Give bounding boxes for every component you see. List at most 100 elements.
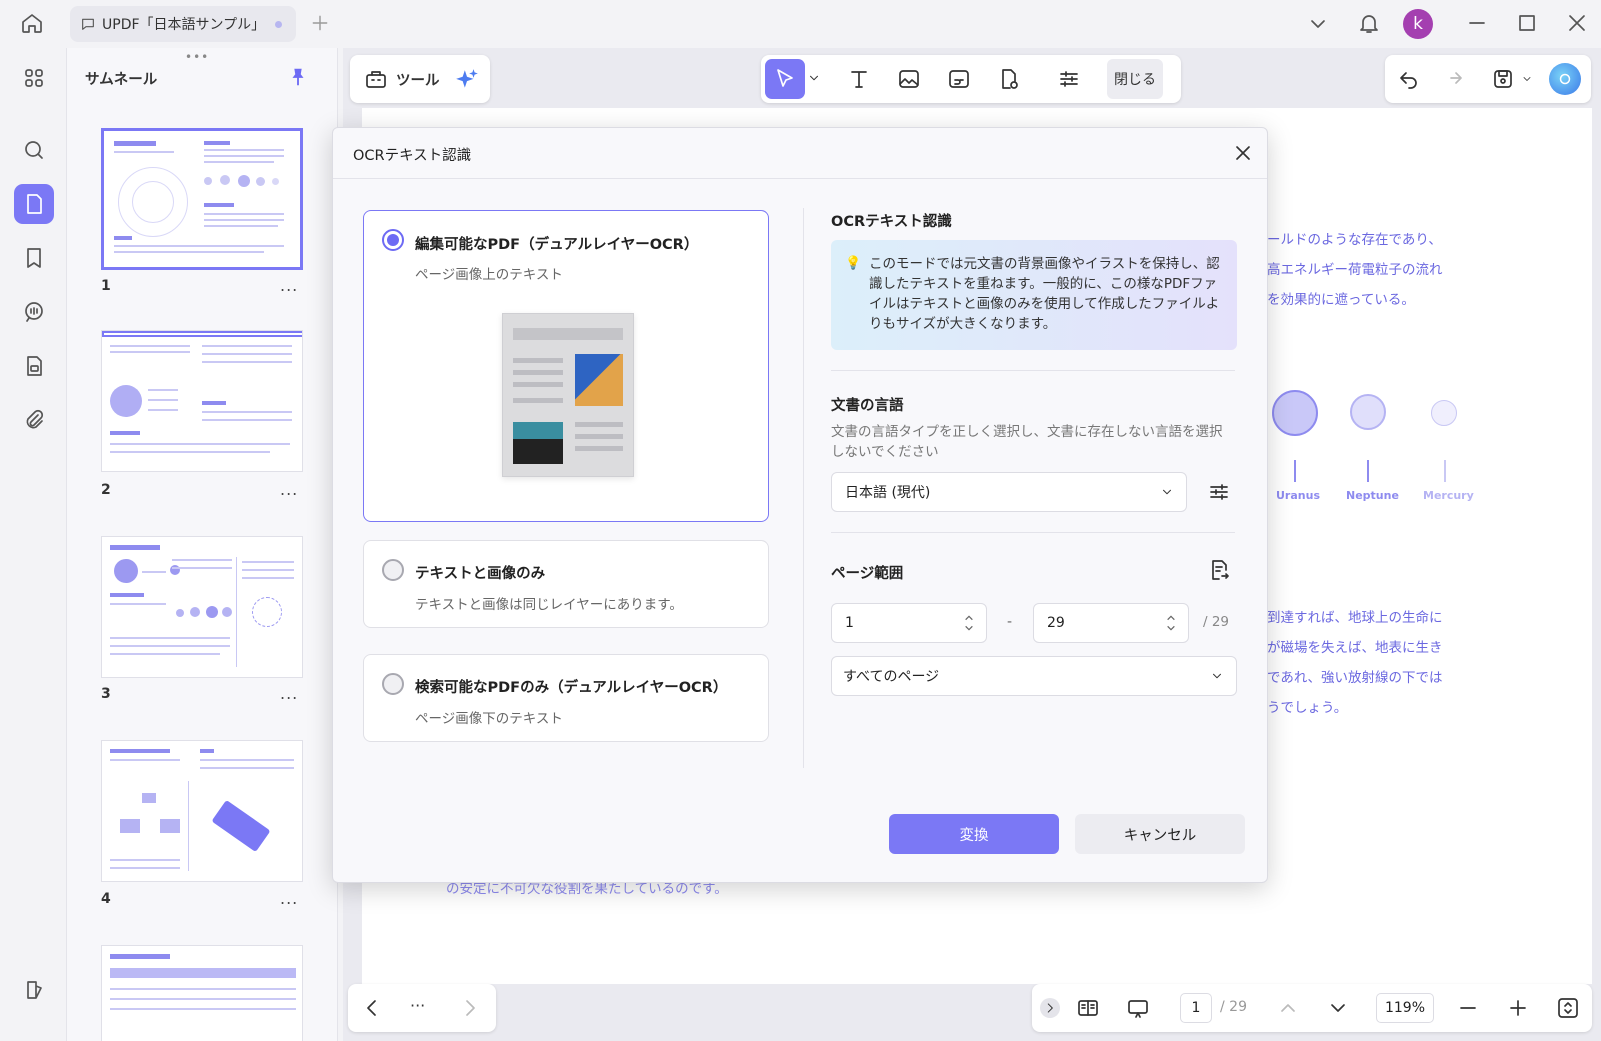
avatar[interactable]: k xyxy=(1403,9,1433,39)
new-tab-icon[interactable] xyxy=(310,13,330,33)
chevron-right-icon[interactable] xyxy=(458,996,482,1020)
page-text-line: を効果的に遮っている。 xyxy=(1267,292,1415,308)
thumbnail-number: 2 xyxy=(101,482,111,498)
page-range-title: ページ範囲 xyxy=(831,566,904,582)
expand-icon[interactable] xyxy=(1040,998,1060,1018)
option-text-image-only[interactable]: テキストと画像のみ テキストと画像は同じレイヤーにあります。 xyxy=(363,540,769,628)
zoom-out-icon[interactable] xyxy=(1456,996,1480,1020)
chevron-down-icon[interactable] xyxy=(807,71,821,85)
toolbox-icon[interactable] xyxy=(364,67,388,91)
bell-icon[interactable] xyxy=(1357,11,1381,35)
page-text-line: 到達すれば、地球上の生命に xyxy=(1267,610,1443,626)
nav-more-button[interactable]: ··· xyxy=(410,996,425,1015)
tools-button[interactable]: ツール xyxy=(396,69,440,90)
option-desc: ページ画像下のテキスト xyxy=(415,711,563,727)
presentation-icon[interactable] xyxy=(1126,996,1150,1020)
drag-handle[interactable]: ••• xyxy=(185,50,209,64)
bookmark-icon[interactable] xyxy=(14,238,54,278)
chevron-down-icon[interactable] xyxy=(1521,73,1533,85)
page-from-input[interactable]: 1 xyxy=(831,603,987,643)
thumbnail-page-5[interactable] xyxy=(101,945,303,1041)
language-description: 文書の言語タイプを正しく選択し、文書に存在しない言語を選択しないでください xyxy=(831,424,1223,460)
ocr-section-title: OCRテキスト認識 xyxy=(831,214,952,230)
option-searchable-pdf[interactable]: 検索可能なPDFのみ（デュアルレイヤーOCR） ページ画像下のテキスト xyxy=(363,654,769,742)
thumbnail-page-1[interactable] xyxy=(101,128,303,270)
thumbnail-page-4[interactable] xyxy=(101,740,303,882)
fit-page-icon[interactable] xyxy=(1556,996,1580,1020)
planet-mercury xyxy=(1431,400,1457,426)
radio-editable-pdf[interactable] xyxy=(382,229,404,251)
page-number-input[interactable]: 1 xyxy=(1180,993,1212,1023)
thumbnail-number: 3 xyxy=(101,686,111,702)
radio-text-image-only[interactable] xyxy=(382,559,404,581)
thumbnail-more-button[interactable]: ... xyxy=(280,480,298,499)
page-from-value: 1 xyxy=(845,615,854,631)
ai-sparkle-icon[interactable] xyxy=(454,67,480,93)
planet-label: Mercury xyxy=(1423,489,1474,502)
thumbnail-more-button[interactable]: ... xyxy=(280,889,298,908)
undo-icon[interactable] xyxy=(1397,67,1421,91)
planet-neptune xyxy=(1350,394,1386,430)
zoom-level[interactable]: 119% xyxy=(1376,993,1434,1023)
divider xyxy=(333,178,1267,179)
form-icon[interactable] xyxy=(14,346,54,386)
chevron-up-icon[interactable] xyxy=(1276,996,1300,1020)
unsaved-dot xyxy=(275,21,282,28)
text-tool-icon[interactable] xyxy=(847,67,871,91)
ocr-dialog: OCRテキスト認識 編集可能なPDF（デュアルレイヤーOCR） ページ画像上のテ… xyxy=(332,127,1268,883)
pin-icon[interactable] xyxy=(287,66,309,88)
watermark-tool-icon[interactable] xyxy=(997,67,1021,91)
language-title: 文書の言語 xyxy=(831,398,904,414)
page-thumbnails-icon[interactable] xyxy=(14,184,54,224)
document-tab[interactable]: UPDF「日本語サンプル」 xyxy=(70,6,296,42)
image-tool-icon[interactable] xyxy=(897,67,921,91)
option-editable-pdf[interactable]: 編集可能なPDF（デュアルレイヤーOCR） ページ画像上のテキスト xyxy=(363,210,769,522)
language-value: 日本語 (現代) xyxy=(845,485,931,501)
apps-icon[interactable] xyxy=(14,58,54,98)
thumbnail-more-button[interactable]: ... xyxy=(280,684,298,703)
chevron-down-icon[interactable] xyxy=(1306,12,1330,36)
cancel-button[interactable]: キャンセル xyxy=(1075,814,1245,854)
close-icon[interactable] xyxy=(1231,141,1255,165)
close-window-icon[interactable] xyxy=(1565,11,1589,35)
page-layout-icon[interactable] xyxy=(1076,996,1100,1020)
save-icon[interactable] xyxy=(1491,67,1515,91)
page-range-value: すべてのページ xyxy=(843,669,940,685)
page-total: / 29 xyxy=(1220,999,1247,1015)
page-range-select[interactable]: すべてのページ xyxy=(831,656,1237,696)
attachment-icon[interactable] xyxy=(14,400,54,440)
thumbnail-page-2[interactable] xyxy=(101,330,303,472)
page-to-input[interactable]: 29 xyxy=(1033,603,1189,643)
stepper-icon[interactable] xyxy=(1166,612,1176,634)
link-tool-icon[interactable] xyxy=(947,67,971,91)
language-settings-icon[interactable] xyxy=(1207,480,1231,504)
home-icon[interactable] xyxy=(20,11,44,35)
ai-assistant-icon[interactable] xyxy=(1549,63,1581,95)
comment-list-icon[interactable] xyxy=(14,292,54,332)
page-text-line: うでしょう。 xyxy=(1267,700,1348,716)
radio-searchable-pdf[interactable] xyxy=(382,673,404,695)
chevron-left-icon[interactable] xyxy=(360,996,384,1020)
option-title: 編集可能なPDF（デュアルレイヤーOCR） xyxy=(415,237,699,253)
select-cursor-icon[interactable] xyxy=(765,59,805,99)
view-control-bar: 1 / 29 119% xyxy=(1032,984,1592,1032)
chevron-down-icon[interactable] xyxy=(1326,996,1350,1020)
range-total: / 29 xyxy=(1203,614,1230,630)
maximize-icon[interactable] xyxy=(1515,11,1539,35)
page-text-line: が磁場を失えば、地表に生き xyxy=(1267,640,1443,656)
page-nav-bar: ··· xyxy=(348,984,496,1032)
settings-sliders-icon[interactable] xyxy=(1057,67,1081,91)
layers-icon[interactable] xyxy=(14,970,54,1010)
zoom-in-icon[interactable] xyxy=(1506,996,1530,1020)
thumbnail-page-3[interactable] xyxy=(101,536,303,678)
stepper-icon[interactable] xyxy=(964,612,974,634)
minimize-icon[interactable] xyxy=(1465,11,1489,35)
convert-button[interactable]: 変換 xyxy=(889,814,1059,854)
close-edit-button[interactable]: 閉じる xyxy=(1107,59,1163,99)
thumbnail-more-button[interactable]: ... xyxy=(280,276,298,295)
search-icon[interactable] xyxy=(14,130,54,170)
language-select[interactable]: 日本語 (現代) xyxy=(831,472,1187,512)
page-range-toggle-icon[interactable] xyxy=(1207,558,1231,582)
redo-icon[interactable] xyxy=(1441,67,1465,91)
title-bar: UPDF「日本語サンプル」 k xyxy=(0,0,1601,48)
